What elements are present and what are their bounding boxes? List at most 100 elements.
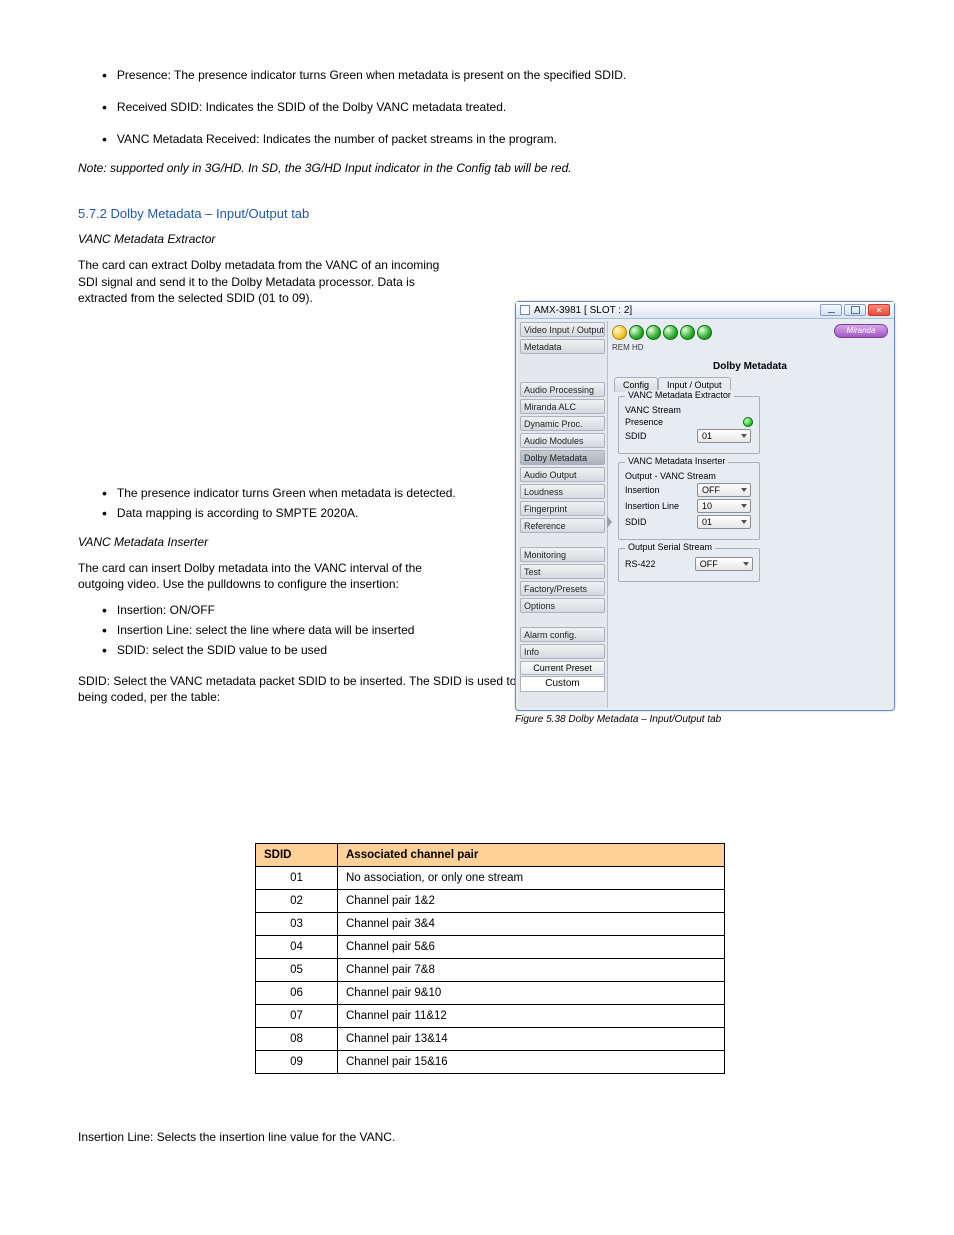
sidebar-item-monitoring[interactable]: Monitoring [520,547,605,562]
figure-caption: Figure 5.38 Dolby Metadata – Input/Outpu… [515,714,895,725]
table-row: 01No association, or only one stream [256,867,725,890]
current-preset-label: Current Preset [520,661,605,675]
sdid-label: SDID [625,431,691,441]
group-legend: Output Serial Stream [625,542,715,552]
main-panel: REM HD Miranda Dolby Metadata Config Inp… [608,321,892,708]
brand-badge: Miranda [834,324,888,338]
sidebar-item-dynamic-proc[interactable]: Dynamic Proc. [520,416,605,431]
panel-title: Dolby Metadata [608,343,892,372]
sdid-combo[interactable]: 01 [697,429,751,443]
cell-sdid: 06 [256,982,338,1005]
cell-assoc: Channel pair 13&14 [338,1028,725,1051]
top-note: Note: supported only in 3G/HD. In SD, th… [78,160,858,176]
status-icon [680,325,695,340]
sdid-table: SDID Associated channel pair 01No associ… [255,843,725,1074]
table-row: 02Channel pair 1&2 [256,890,725,913]
sidebar-item-miranda-alc[interactable]: Miranda ALC [520,399,605,414]
ins-sdid-label: SDID [625,517,691,527]
table-row: 05Channel pair 7&8 [256,959,725,982]
insertion-label: Insertion [625,485,691,495]
cell-assoc: Channel pair 5&6 [338,936,725,959]
sidebar-item-test[interactable]: Test [520,564,605,579]
rs422-label: RS-422 [625,559,689,569]
sidebar-item-factory-presets[interactable]: Factory/Presets [520,581,605,596]
bullet-text: Received SDID: Indicates the SDID of the… [117,100,506,114]
cell-sdid: 07 [256,1005,338,1028]
close-button[interactable] [868,304,890,316]
cell-assoc: Channel pair 15&16 [338,1051,725,1074]
th-sdid: SDID [256,844,338,867]
bullet-text: Insertion: ON/OFF [117,603,215,617]
group-vanc-inserter: VANC Metadata Inserter Output - VANC Str… [618,462,760,540]
minimize-button[interactable] [820,304,842,316]
vanc-ins-desc: The card can insert Dolby metadata into … [78,560,458,592]
sidebar-item-loudness[interactable]: Loudness [520,484,605,499]
table-row: 07Channel pair 11&12 [256,1005,725,1028]
table-row: 06Channel pair 9&10 [256,982,725,1005]
sidebar-item-reference[interactable]: Reference [520,518,605,533]
sidebar-item-options[interactable]: Options [520,598,605,613]
window-title: AMX-3981 [ SLOT : 2] [534,305,820,316]
vanc-extractor-block: VANC Metadata Extractor The card can ext… [78,231,458,306]
sdid-table-wrap: SDID Associated channel pair 01No associ… [255,843,725,1074]
group-legend: VANC Metadata Inserter [625,456,728,466]
sub-label: Output - VANC Stream [625,471,735,481]
table-row: 04Channel pair 5&6 [256,936,725,959]
table-row: 09Channel pair 15&16 [256,1051,725,1074]
status-icon [629,325,644,340]
sidebar-item-video-io[interactable]: Video Input / Output [520,322,605,337]
vanc-ins-bullets: •Insertion: ON/OFF •Insertion Line: sele… [102,603,482,657]
group-legend: VANC Metadata Extractor [625,390,734,400]
vanc-ext-bullets: •The presence indicator turns Green when… [102,486,482,520]
sidebar-item-audio-output[interactable]: Audio Output [520,467,605,482]
table-row: 08Channel pair 13&14 [256,1028,725,1051]
cell-assoc: Channel pair 11&12 [338,1005,725,1028]
bullet-text: SDID: select the SDID value to be used [117,643,327,657]
cell-assoc: Channel pair 9&10 [338,982,725,1005]
group-output-serial-stream: Output Serial Stream RS-422 OFF [618,548,760,582]
titlebar[interactable]: AMX-3981 [ SLOT : 2] [516,302,894,319]
bullet-text: Presence: The presence indicator turns G… [117,68,626,82]
cell-assoc: No association, or only one stream [338,867,725,890]
insertion-line-label: Insertion Line [625,501,691,511]
sidebar: Video Input / Output Metadata Audio Proc… [518,321,608,708]
rs422-combo[interactable]: OFF [695,557,753,571]
status-icon [646,325,661,340]
sidebar-item-metadata[interactable]: Metadata [520,339,605,354]
sidebar-item-audio-processing[interactable]: Audio Processing [520,382,605,397]
sidebar-item-audio-modules[interactable]: Audio Modules [520,433,605,448]
cell-sdid: 09 [256,1051,338,1074]
presence-led-icon [743,417,753,427]
ins-sdid-combo[interactable]: 01 [697,515,751,529]
sidebar-item-info[interactable]: Info [520,644,605,659]
sidebar-item-alarm-config[interactable]: Alarm config. [520,627,605,642]
top-bullet-list: •Presence: The presence indicator turns … [102,68,858,146]
vanc-ext-desc: The card can extract Dolby metadata from… [78,257,458,306]
status-icon [663,325,678,340]
cell-assoc: Channel pair 1&2 [338,890,725,913]
status-icon [697,325,712,340]
section-heading-io: 5.7.2 Dolby Metadata – Input/Output tab [78,206,858,221]
table-row: 03Channel pair 3&4 [256,913,725,936]
maximize-button[interactable] [844,304,866,316]
th-assoc: Associated channel pair [338,844,725,867]
cell-sdid: 03 [256,913,338,936]
status-icon [612,325,627,340]
sidebar-item-dolby-metadata[interactable]: Dolby Metadata [520,450,605,465]
vanc-ext-title: VANC Metadata Extractor [78,232,215,246]
insertion-line-paragraph: Insertion Line: Selects the insertion li… [78,1130,858,1144]
insertion-combo[interactable]: OFF [697,483,751,497]
cell-sdid: 08 [256,1028,338,1051]
cell-assoc: Channel pair 7&8 [338,959,725,982]
insertion-line-combo[interactable]: 10 [697,499,751,513]
bullet-text: VANC Metadata Received: Indicates the nu… [117,132,557,146]
cell-sdid: 02 [256,890,338,913]
tab-body: VANC Metadata Extractor VANC Stream Pres… [614,392,764,594]
sidebar-item-fingerprint[interactable]: Fingerprint [520,501,605,516]
sub-label: VANC Stream [625,405,735,415]
bullet-text: The presence indicator turns Green when … [117,486,456,500]
app-window: AMX-3981 [ SLOT : 2] Video Input / Outpu… [515,301,895,711]
group-vanc-extractor: VANC Metadata Extractor VANC Stream Pres… [618,396,760,454]
cell-sdid: 04 [256,936,338,959]
vanc-ins-title: VANC Metadata Inserter [78,535,208,549]
